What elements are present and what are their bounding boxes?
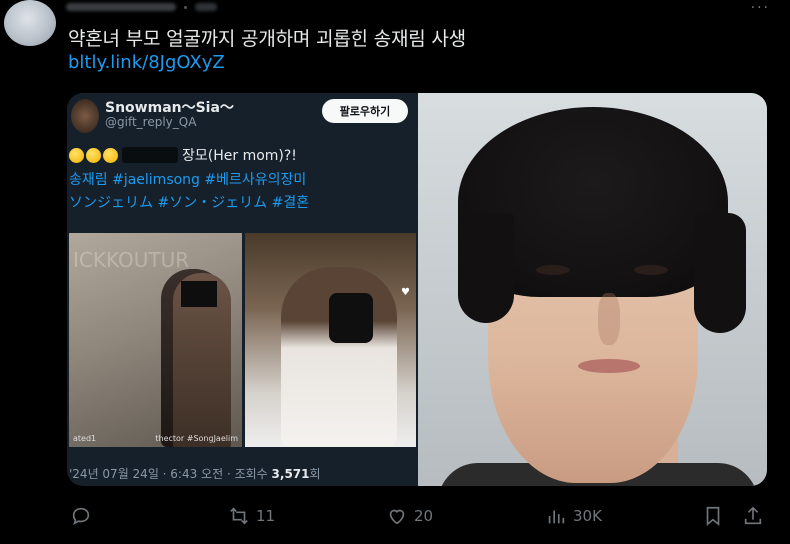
portrait-eye-left <box>536 265 570 275</box>
quoted-tweet-screenshot[interactable]: Snowman〜Sia〜 @gift_reply_QA 팔로우하기 장모(Her… <box>67 93 418 486</box>
tweet-text: 약혼녀 부모 얼굴까지 공개하며 괴롭힌 송재림 사생 <box>68 28 466 50</box>
portrait-eye-right <box>634 265 668 275</box>
emoji-icon <box>69 147 84 163</box>
tweet-media[interactable]: Snowman〜Sia〜 @gift_reply_QA 팔로우하기 장모(Her… <box>67 93 767 486</box>
tweet-link[interactable]: bltly.link/8JgOXyZ <box>68 52 225 73</box>
like-button[interactable]: 20 <box>386 500 433 532</box>
views-icon <box>548 510 565 524</box>
portrait-hair-right <box>694 213 746 333</box>
more-options-icon[interactable]: ··· <box>751 0 770 16</box>
quoted-hashtags-line-2: 송재림 #jaelimsong #베르사유의장미 <box>69 172 307 188</box>
heart-icon <box>389 509 405 525</box>
quoted-photo-couple: ICKKOUTUR ated1 thector #SongJaelim <box>69 233 242 447</box>
quoted-handle: @gift_reply_QA <box>105 115 197 129</box>
retweet-icon <box>230 507 248 525</box>
photo-caption-left: ated1 <box>73 434 97 443</box>
quoted-hashtags-line-3: ソンジェリム #ソン・ジェリム #결혼 <box>69 195 310 211</box>
portrait-mouth <box>578 359 640 373</box>
retweet-button[interactable]: 11 <box>228 500 275 532</box>
portrait-nose <box>598 293 620 345</box>
quoted-views-suffix: 회 <box>309 467 321 481</box>
quoted-text-line-1: 장모(Her mom)?! <box>69 145 297 165</box>
emoji-icon <box>103 147 118 163</box>
tweet-action-bar: 11 20 30K <box>0 500 790 532</box>
face-censor-bar <box>181 281 217 307</box>
reply-icon <box>72 507 90 526</box>
retweet-count: 11 <box>256 507 276 525</box>
views-button[interactable]: 30K <box>545 500 602 532</box>
separator-dot <box>184 5 187 9</box>
background-signage: ICKKOUTUR <box>73 248 190 272</box>
timestamp-blurred <box>195 3 217 11</box>
author-header-redacted <box>66 0 217 14</box>
like-count: 20 <box>414 507 434 525</box>
face-censor-block <box>329 293 373 343</box>
quoted-meta: '24년 07월 24일 · 6:43 오전 · 조회수 3,571회 <box>69 465 321 482</box>
author-name-blurred <box>66 3 176 11</box>
bookmark-icon <box>706 506 720 527</box>
share-icon <box>744 506 762 525</box>
author-avatar[interactable] <box>4 0 56 46</box>
quoted-display-name: Snowman〜Sia〜 <box>105 100 234 116</box>
photo-caption-right: thector #SongJaelim <box>155 434 238 443</box>
quoted-text-tail: 장모(Her mom)?! <box>182 148 297 164</box>
quoted-photo-woman: ♥ <box>245 233 416 447</box>
quoted-views: 3,571 <box>271 467 310 481</box>
heart-icon: ♥ <box>401 287 410 298</box>
views-count: 30K <box>573 507 602 525</box>
quoted-date: '24년 07월 24일 · 6:43 오전 · 조회수 <box>69 467 272 481</box>
portrait-hair-left <box>458 213 514 323</box>
redaction-bar <box>122 147 178 163</box>
emoji-icon <box>86 147 101 163</box>
quoted-avatar <box>71 99 99 133</box>
reply-button[interactable] <box>70 500 98 532</box>
bookmark-button[interactable] <box>702 500 724 532</box>
portrait-photo[interactable] <box>418 93 767 486</box>
share-button[interactable] <box>742 500 764 532</box>
follow-button[interactable]: 팔로우하기 <box>322 99 408 123</box>
